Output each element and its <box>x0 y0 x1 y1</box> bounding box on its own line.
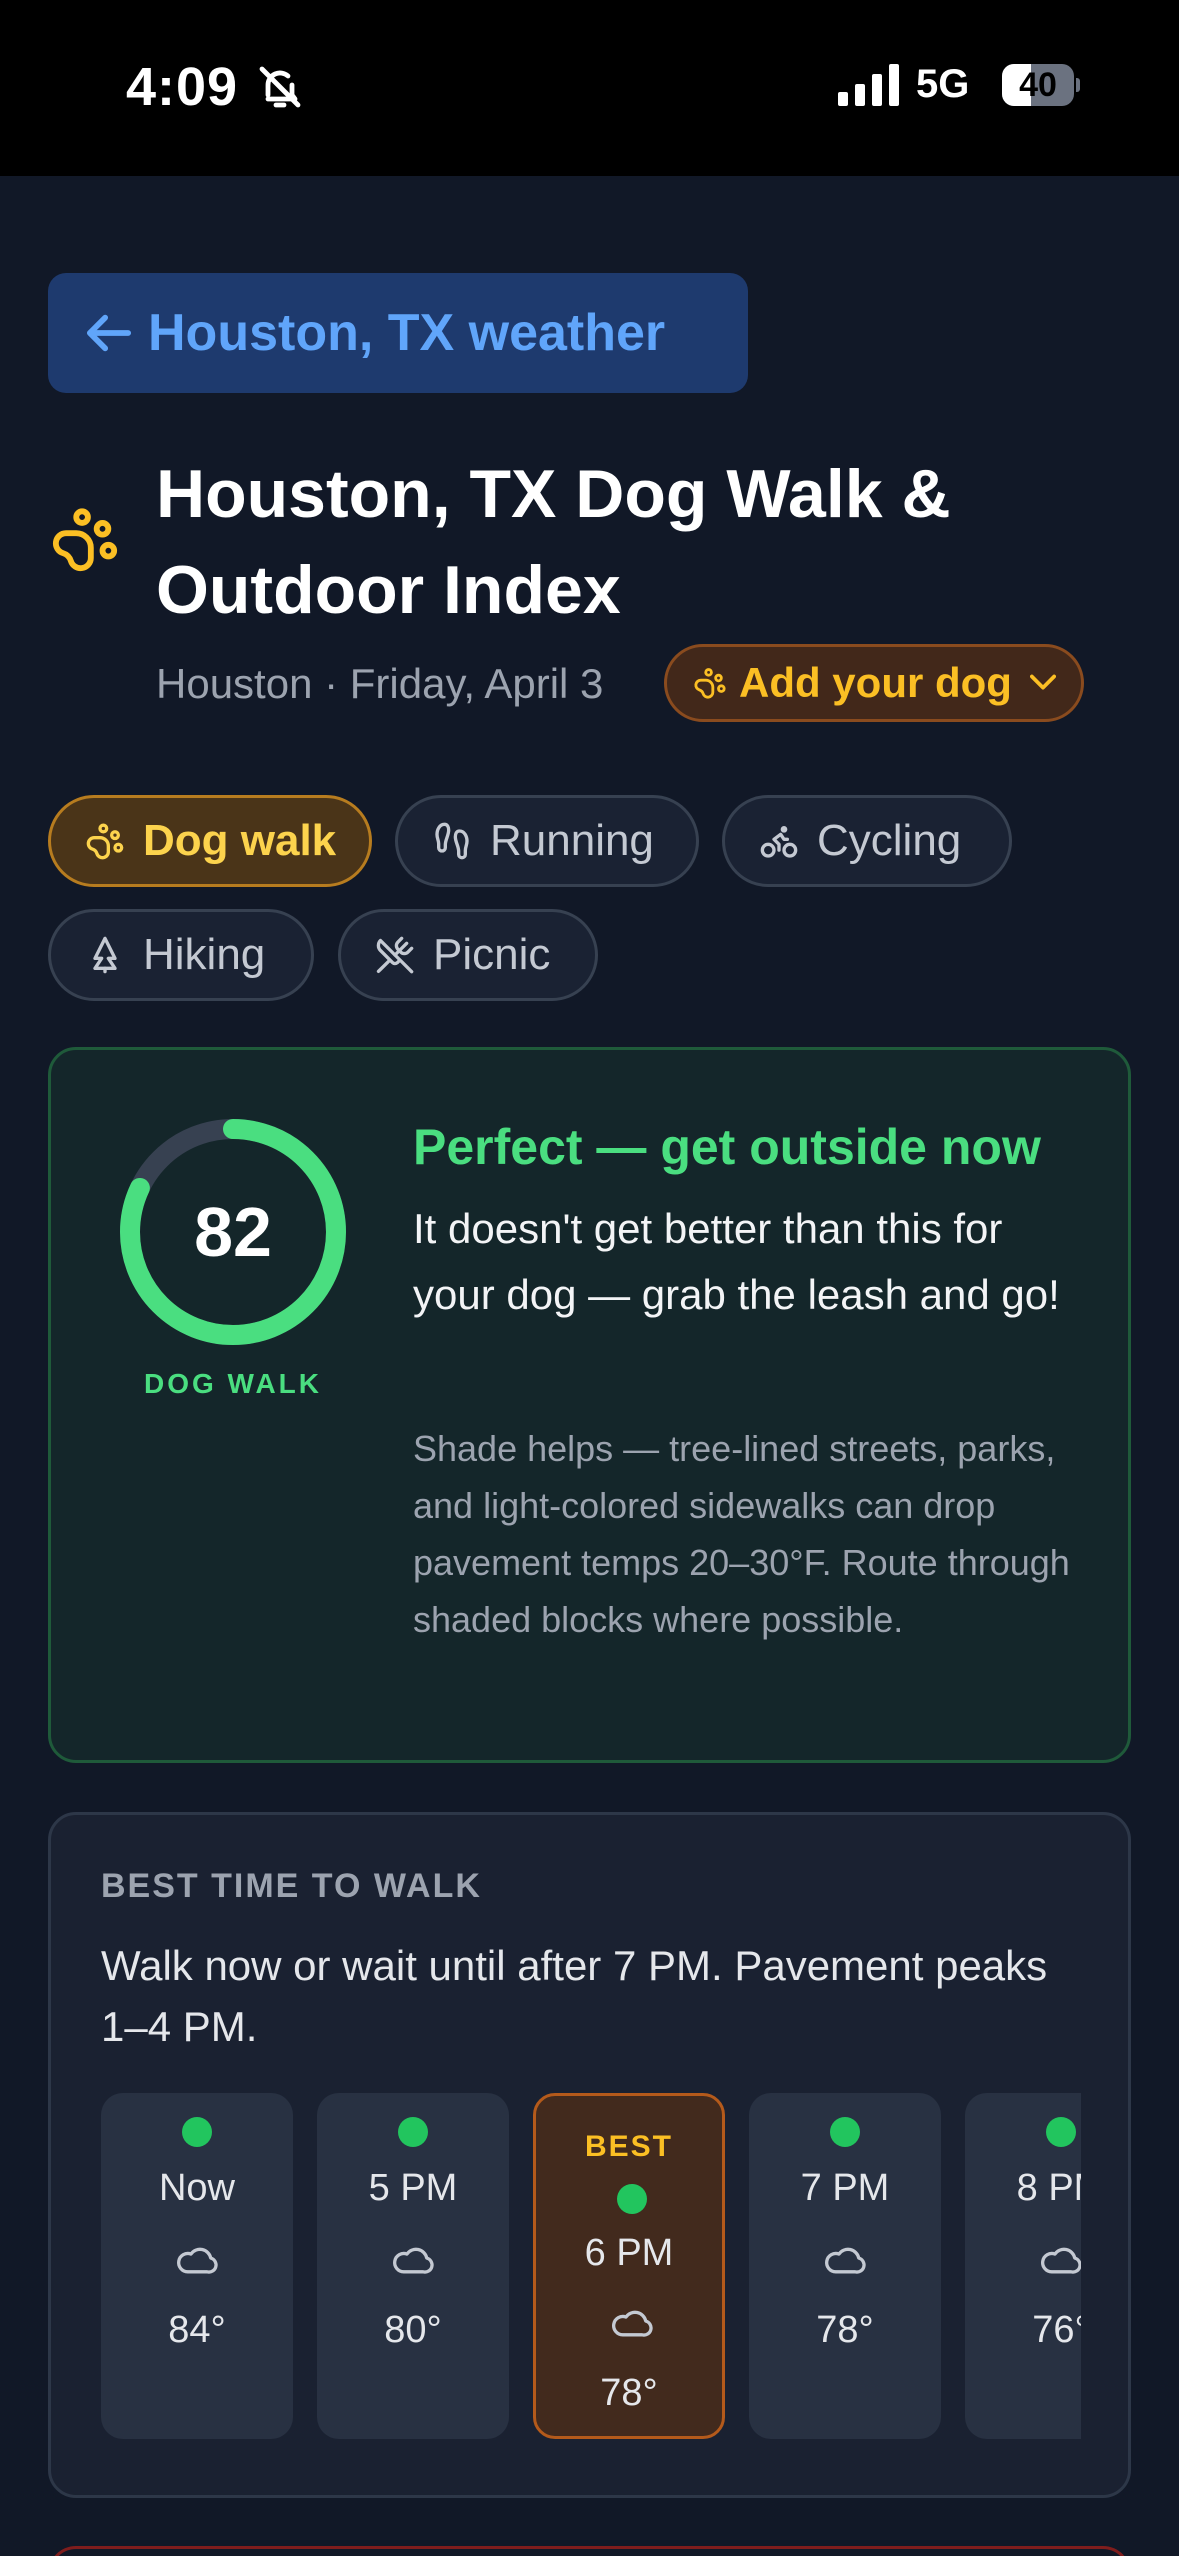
hour-label: 8 PM <box>1016 2167 1081 2209</box>
score-label: DOG WALK <box>144 1368 322 1399</box>
utensils-crossed-icon <box>376 936 414 974</box>
status-dot <box>1046 2117 1076 2147</box>
add-your-dog-button[interactable]: Add your dog <box>664 644 1084 722</box>
chevron-down-icon <box>1029 674 1056 690</box>
activity-label: Dog walk <box>143 816 337 865</box>
score-tip: Shade helps — tree-lined streets, parks,… <box>413 1428 1070 1640</box>
activity-label: Running <box>490 816 654 865</box>
best-badge: BEST <box>584 2130 673 2163</box>
footprints-icon <box>435 822 469 860</box>
best-time-description: Walk now or wait until after 7 PM. Pavem… <box>101 1942 1048 2050</box>
paw-icon <box>52 508 118 572</box>
cloud-icon <box>177 2247 218 2274</box>
add-dog-label: Add your dog <box>739 659 1012 706</box>
network-type: 5G <box>916 62 970 106</box>
cloud-icon <box>612 2310 653 2337</box>
hour-temp: 84° <box>168 2309 226 2351</box>
hour-card[interactable]: 8 PM 76° <box>965 2093 1081 2439</box>
hour-temp: 78° <box>816 2309 874 2351</box>
score-message: It doesn't get better than this for your… <box>413 1205 1060 1318</box>
hour-label: Now <box>158 2167 236 2209</box>
signal-bars-icon <box>838 64 899 106</box>
activity-chip-picnic[interactable]: Picnic <box>338 909 598 1001</box>
hourly-scroller[interactable]: Now 84° 5 PM 80° BEST 6 PM 78° 7 PM 78° … <box>101 2093 1081 2443</box>
activity-label: Picnic <box>433 930 551 979</box>
battery-percent: 40 <box>1019 66 1057 104</box>
hour-card[interactable]: 7 PM 78° <box>749 2093 941 2439</box>
page-title: Houston, TX Dog Walk & Outdoor Index <box>156 456 951 628</box>
activity-chip-dog-walk[interactable]: Dog walk <box>48 795 372 887</box>
activity-label: Hiking <box>143 930 266 979</box>
tree-icon <box>93 936 117 974</box>
hour-label: 7 PM <box>800 2167 890 2209</box>
hour-temp: 80° <box>384 2309 442 2351</box>
back-to-weather-button[interactable]: Houston, TX weather <box>48 273 748 393</box>
status-dot <box>182 2117 212 2147</box>
hour-label: 6 PM <box>584 2232 674 2274</box>
cloud-icon <box>1041 2247 1081 2274</box>
best-time-card: BEST TIME TO WALK Walk now or wait until… <box>48 1812 1131 2498</box>
location-date: Houston · Friday, April 3 <box>156 660 604 707</box>
status-dot <box>830 2117 860 2147</box>
back-button-label: Houston, TX weather <box>148 304 666 362</box>
score-value: 82 <box>194 1193 272 1271</box>
cloud-icon <box>393 2247 434 2274</box>
activity-label: Cycling <box>817 816 962 865</box>
next-card-edge <box>48 2546 1131 2556</box>
best-time-title: BEST TIME TO WALK <box>101 1867 482 1905</box>
cloud-icon <box>825 2247 866 2274</box>
status-time: 4:09 <box>126 57 239 117</box>
hour-card[interactable]: 5 PM 80° <box>317 2093 509 2439</box>
hour-temp: 76° <box>1032 2309 1081 2351</box>
status-bar: 4:09 5G 40 <box>0 0 1179 176</box>
score-verdict: Perfect — get outside now <box>413 1119 1041 1175</box>
hour-temp: 78° <box>600 2372 658 2414</box>
activity-chip-hiking[interactable]: Hiking <box>48 909 314 1001</box>
arrow-left-icon <box>86 314 132 352</box>
hour-card[interactable]: Now 84° <box>101 2093 293 2439</box>
activity-chip-running[interactable]: Running <box>395 795 699 887</box>
status-dot <box>617 2184 647 2214</box>
hour-label: 5 PM <box>368 2167 458 2209</box>
battery-icon: 40 <box>1002 64 1080 106</box>
bell-slash-icon <box>259 66 301 108</box>
bike-icon <box>760 826 798 858</box>
paw-icon <box>694 668 726 699</box>
status-dot <box>398 2117 428 2147</box>
activity-chip-cycling[interactable]: Cycling <box>722 795 1012 887</box>
dog-walk-score-card: 82 DOG WALK Perfect — get outside now It… <box>48 1047 1131 1763</box>
paw-icon <box>86 823 124 860</box>
hour-card-best[interactable]: BEST 6 PM 78° <box>533 2093 725 2439</box>
